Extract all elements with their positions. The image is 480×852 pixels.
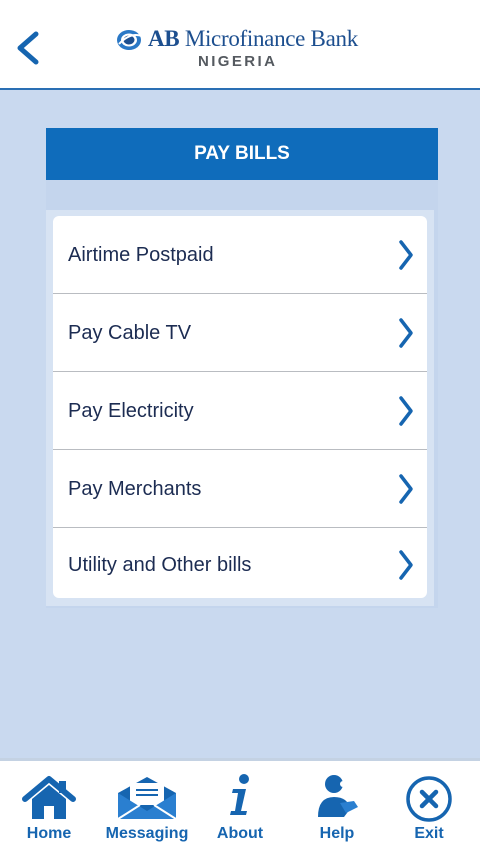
chevron-right-icon [399, 240, 413, 270]
chevron-right-icon [399, 474, 413, 504]
home-icon [22, 776, 76, 819]
info-icon [230, 774, 249, 815]
support-agent-icon [318, 775, 358, 817]
menu-item-label: Pay Merchants [68, 478, 202, 500]
globe-logo-icon [117, 30, 143, 50]
menu-item-airtime-postpaid[interactable]: Airtime Postpaid [53, 216, 427, 294]
nav-help[interactable]: Help [304, 761, 370, 852]
chevron-right-icon [399, 318, 413, 348]
menu-item-label: Pay Electricity [68, 400, 194, 422]
app-header: AB Microfinance Bank NIGERIA [0, 0, 480, 90]
chevron-right-icon [399, 550, 413, 580]
menu-item-utility-and-other-bills[interactable]: Utility and Other bills [53, 528, 427, 598]
nav-home[interactable]: Home [14, 761, 84, 852]
bank-name-bold: AB [148, 26, 180, 51]
nav-messaging[interactable]: Messaging [100, 761, 194, 852]
bank-country: NIGERIA [198, 53, 278, 70]
nav-about[interactable]: About [208, 761, 272, 852]
chevron-right-icon [399, 396, 413, 426]
menu-item-label: Pay Cable TV [68, 322, 192, 344]
nav-label: Home [26, 825, 72, 842]
chevron-left-icon [17, 31, 39, 65]
envelope-icon [117, 777, 177, 820]
menu-item-label: Utility and Other bills [68, 554, 252, 576]
menu-item-pay-cable-tv[interactable]: Pay Cable TV [53, 294, 427, 372]
menu-item-label: Airtime Postpaid [68, 244, 214, 266]
nav-label: Help [319, 825, 355, 842]
bank-name-rest: Microfinance Bank [184, 26, 358, 51]
menu-item-pay-merchants[interactable]: Pay Merchants [53, 450, 427, 528]
pay-bills-menu: Airtime Postpaid Pay Cable TV Pay Electr… [53, 216, 427, 598]
back-button[interactable] [10, 28, 46, 68]
close-circle-icon [406, 776, 452, 822]
nav-label: Messaging [105, 825, 189, 842]
bottom-nav: Home Messaging About Help Exit [0, 758, 480, 852]
bank-name: AB Microfinance Bank [148, 26, 358, 52]
nav-label: Exit [414, 825, 444, 842]
nav-label: About [216, 825, 264, 842]
menu-item-pay-electricity[interactable]: Pay Electricity [53, 372, 427, 450]
page-title: PAY BILLS [46, 128, 438, 180]
bank-logo: AB Microfinance Bank NIGERIA [116, 26, 376, 76]
nav-exit[interactable]: Exit [396, 761, 462, 852]
